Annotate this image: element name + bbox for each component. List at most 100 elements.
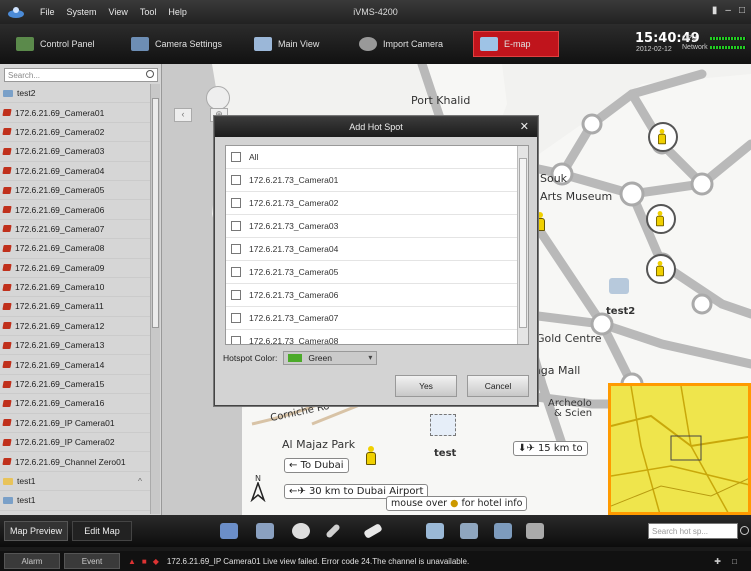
checklist-scrollbar[interactable] — [517, 146, 528, 344]
clear-alarm-icon[interactable]: ■ — [142, 557, 147, 566]
tab-alarm[interactable]: Alarm — [4, 553, 60, 569]
search-hotspot-input[interactable]: Search hot sp... — [648, 523, 749, 539]
camera-checkbox[interactable] — [231, 313, 241, 323]
eraser-icon[interactable] — [363, 523, 383, 539]
tree-item-camera[interactable]: 172.6.21.69_Camera10 — [0, 278, 150, 298]
camera-checkbox[interactable] — [231, 267, 241, 277]
tab-main-view[interactable]: Main View — [248, 31, 348, 57]
pin-icon[interactable]: ✚ — [714, 557, 721, 566]
map-preview-button[interactable]: Map Preview — [4, 521, 68, 541]
tree-item-camera[interactable]: 172.6.21.69_Camera12 — [0, 317, 150, 337]
tree-item-camera[interactable]: 172.6.21.69_Camera03 — [0, 142, 150, 162]
pegman-park-icon[interactable] — [365, 446, 377, 466]
hotspot-test-icon[interactable] — [430, 414, 456, 436]
tree-item-camera[interactable]: 172.6.21.69_Camera02 — [0, 123, 150, 143]
camera-check-row[interactable]: 172.6.21.73_Camera05 — [226, 261, 528, 284]
tree-item-camera[interactable]: 172.6.21.69_IP Camera02 — [0, 433, 150, 453]
cancel-button[interactable]: Cancel — [467, 375, 529, 397]
delete-map-icon[interactable] — [256, 523, 274, 539]
alarm-sound-icon[interactable]: ▲ — [128, 557, 136, 566]
hotspot-test2-label[interactable]: test2 — [606, 306, 635, 317]
tree-item-camera[interactable]: 172.6.21.69_IP Camera01 — [0, 414, 150, 434]
tree-scrollbar[interactable] — [150, 84, 160, 514]
tree-item-camera[interactable]: 172.6.21.69_Camera01 — [0, 103, 150, 123]
camera-name: 172.6.21.73_Camera08 — [249, 336, 339, 345]
hotspot-color-select[interactable]: Green ▾ — [283, 351, 378, 365]
hotspot-test-label[interactable]: test — [434, 448, 456, 459]
camera-icon — [2, 128, 12, 136]
add-hotspot-icon[interactable] — [292, 523, 310, 539]
hotspot-color-label: Hotspot Color: — [223, 353, 278, 363]
minimize-icon[interactable]: – — [725, 5, 731, 16]
search-icon[interactable] — [740, 526, 749, 535]
scrollbar-thumb[interactable] — [152, 98, 159, 328]
hotspot-test2-icon[interactable] — [609, 278, 629, 294]
camera-icon — [2, 264, 12, 272]
lock-icon[interactable]: ▮ — [712, 5, 718, 16]
tree-item-camera[interactable]: 172.6.21.69_Camera11 — [0, 297, 150, 317]
tab-label: Camera Settings — [155, 39, 223, 49]
camera-check-row[interactable]: 172.6.21.73_Camera01 — [226, 169, 528, 192]
overview-minimap[interactable] — [608, 383, 751, 515]
tree-item-camera[interactable]: 172.6.21.69_Camera04 — [0, 162, 150, 181]
restore-icon[interactable]: □ — [732, 557, 737, 566]
map-nav-left-icon[interactable]: ‹ — [174, 108, 192, 122]
binoculars-icon[interactable] — [526, 523, 544, 539]
tree-item-camera[interactable]: 172.6.21.69_Camera08 — [0, 239, 150, 259]
edit-map-icon[interactable] — [220, 523, 238, 539]
tree-item-camera[interactable]: 172.6.21.69_Camera13 — [0, 336, 150, 356]
search-icon[interactable] — [146, 70, 154, 78]
camera-check-row[interactable]: 172.6.21.73_Camera07 — [226, 307, 528, 330]
tree-item-camera[interactable]: 172.6.21.69_Camera05 — [0, 181, 150, 201]
camera-check-row[interactable]: 172.6.21.73_Camera03 — [226, 215, 528, 238]
tab-control-panel[interactable]: Control Panel — [10, 31, 120, 57]
camera-check-row[interactable]: 172.6.21.73_Camera08 — [226, 330, 528, 345]
select-all-row[interactable]: All — [226, 146, 528, 169]
map-label-archeo2: & Scien — [554, 408, 593, 419]
camera-check-row[interactable]: 172.6.21.73_Camera06 — [226, 284, 528, 307]
tree-item-camera[interactable]: 172.6.21.69_Camera07 — [0, 220, 150, 240]
scrollbar-thumb[interactable] — [519, 158, 527, 328]
tab-camera-settings[interactable]: Camera Settings — [125, 31, 243, 57]
cpu-meter — [710, 37, 746, 40]
collapse-icon[interactable]: ^ — [138, 476, 142, 486]
camera-checkbox[interactable] — [231, 198, 241, 208]
street-view-1-icon[interactable] — [648, 122, 678, 152]
camera-checkbox[interactable] — [231, 290, 241, 300]
camera-checkbox[interactable] — [231, 336, 241, 344]
control-panel-icon — [16, 37, 34, 51]
camera-checkbox[interactable] — [231, 221, 241, 231]
camera-check-row[interactable]: 172.6.21.73_Camera02 — [226, 192, 528, 215]
tree-item-camera[interactable]: 172.6.21.69_Channel Zero01 — [0, 452, 150, 472]
tree-search-input[interactable]: Search... — [4, 68, 158, 82]
add-hot-region-icon[interactable] — [426, 523, 444, 539]
tree-item-map[interactable]: test1 — [0, 491, 150, 511]
yes-button[interactable]: Yes — [395, 375, 457, 397]
tab-e-map[interactable]: E-map — [473, 31, 559, 57]
tab-event[interactable]: Event — [64, 553, 120, 569]
select-all-checkbox[interactable] — [231, 152, 241, 162]
map-label-arts: Arts Museum — [540, 190, 613, 203]
tree-item-camera[interactable]: 172.6.21.69_Camera16 — [0, 394, 150, 414]
tree-item-camera[interactable]: 172.6.21.69_Camera14 — [0, 355, 150, 375]
map-icon — [3, 496, 13, 504]
tree-item-folder[interactable]: test1 ^ — [0, 472, 150, 492]
maximize-icon[interactable]: □ — [739, 5, 745, 16]
camera-checkbox[interactable] — [231, 244, 241, 254]
tab-import-camera[interactable]: Import Camera — [353, 31, 465, 57]
tree-item-camera[interactable]: 172.6.21.69_Camera09 — [0, 259, 150, 278]
close-icon[interactable]: ✕ — [520, 120, 529, 133]
tree-item-camera[interactable]: 172.6.21.69_Camera15 — [0, 375, 150, 395]
street-view-3-icon[interactable] — [646, 254, 676, 284]
map-pan-control[interactable] — [206, 86, 230, 110]
delete-hot-region-icon[interactable] — [494, 523, 512, 539]
pencil-icon[interactable] — [325, 523, 341, 539]
modify-hot-region-icon[interactable] — [460, 523, 478, 539]
tree-item-camera[interactable]: 172.6.21.69_Camera06 — [0, 200, 150, 220]
camera-checkbox[interactable] — [231, 175, 241, 185]
street-view-2-icon[interactable] — [646, 204, 676, 234]
pegman-mini-icon: ● — [450, 498, 459, 509]
camera-check-row[interactable]: 172.6.21.73_Camera04 — [226, 238, 528, 261]
tree-item-map[interactable]: test2 — [0, 84, 150, 104]
edit-map-button[interactable]: Edit Map — [72, 521, 132, 541]
